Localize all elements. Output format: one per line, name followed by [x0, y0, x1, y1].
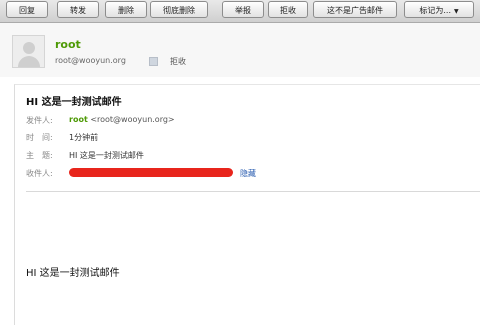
reply-button[interactable]: 回复 [6, 1, 48, 18]
from-address: <root@wooyun.org> [90, 115, 175, 124]
mark-as-dropdown[interactable]: 标记为... ▼ [404, 1, 474, 18]
redacted-recipient [69, 168, 233, 177]
mark-as-label: 标记为... [419, 6, 451, 15]
sender-name[interactable]: root [55, 38, 81, 51]
message-subject: HI 这是一封测试邮件 [26, 97, 122, 108]
report-button[interactable]: 举报 [222, 1, 264, 18]
delete-button[interactable]: 删除 [105, 1, 147, 18]
sender-email: root@wooyun.org [55, 56, 126, 65]
time-value: 1分钟前 [69, 133, 99, 142]
sender-reject-link[interactable]: 拒收 [170, 56, 186, 67]
subject-label: 主 题: [26, 151, 53, 160]
subject-value: HI 这是一封测试邮件 [69, 151, 144, 160]
chevron-down-icon: ▼ [454, 8, 459, 15]
from-value: root <root@wooyun.org> [69, 115, 175, 124]
avatar-head-shape [23, 42, 35, 54]
avatar-body-shape [18, 56, 40, 67]
contact-card-icon[interactable] [149, 57, 158, 66]
to-label: 收件人: [26, 169, 53, 178]
time-label: 时 间: [26, 133, 53, 142]
message-body: HI 这是一封测试邮件 [26, 268, 120, 279]
reject-button[interactable]: 拒收 [268, 1, 308, 18]
from-label: 发件人: [26, 116, 53, 125]
toolbar: 回复 转发 删除 彻底删除 举报 拒收 这不是广告邮件 标记为... ▼ [0, 0, 480, 23]
avatar [12, 35, 45, 68]
forward-button[interactable]: 转发 [57, 1, 99, 18]
header-divider [26, 191, 480, 192]
not-spam-button[interactable]: 这不是广告邮件 [313, 1, 397, 18]
delete-forever-button[interactable]: 彻底删除 [150, 1, 208, 18]
from-name[interactable]: root [69, 115, 88, 124]
hide-recipients-link[interactable]: 隐藏 [240, 168, 256, 179]
